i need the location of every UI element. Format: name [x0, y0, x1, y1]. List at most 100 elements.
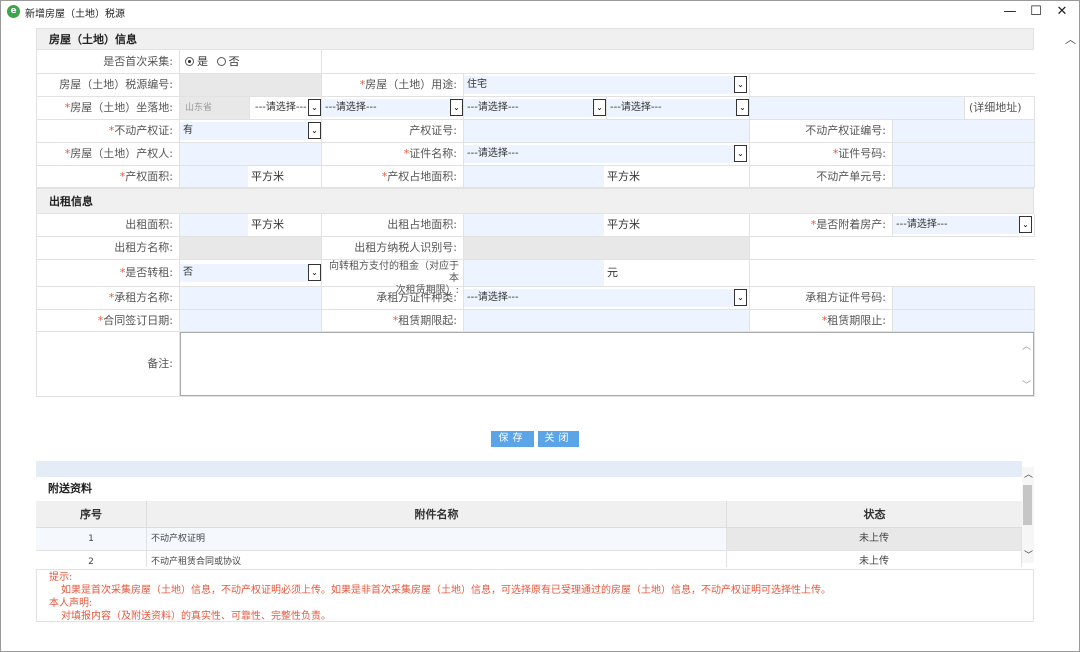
scrollbar-thumb[interactable] [1023, 485, 1032, 525]
lessee-id-type-select[interactable]: ---请选择--- [464, 289, 734, 307]
street-select-cell: ---请选择--- ⌄ [464, 97, 607, 119]
first-no-radio[interactable] [216, 57, 226, 66]
scroll-down-icon[interactable]: ﹀ [1024, 548, 1033, 561]
first-yes-radio[interactable] [185, 57, 194, 66]
start-label: 租赁期限起: [398, 314, 457, 327]
chevron-down-icon[interactable]: ⌄ [736, 99, 749, 116]
scroll-up-icon[interactable]: ︿ [1024, 467, 1033, 480]
sublease-label: 是否转租: [125, 266, 173, 279]
city-select[interactable]: ---请选择--- [252, 99, 308, 117]
attachments-panel: 附送资料 序号 附件名称 状态 1 不动产权证明 未上传 2 不动产租赁合同或协… [36, 477, 1022, 567]
cert-no-input[interactable] [464, 120, 750, 142]
location-label-cell: *房屋（土地）坐落地: [37, 97, 180, 119]
chevron-down-icon[interactable]: ⌄ [450, 99, 463, 116]
community-select[interactable]: ---请选择--- [607, 99, 737, 117]
col-header-name: 附件名称 [147, 501, 727, 528]
owner-input[interactable] [180, 143, 322, 165]
section-title-lease: 出租信息 [36, 188, 1034, 214]
section-title-house: 房屋（土地）信息 [36, 28, 1034, 50]
row-rent-area: 出租面积: 平方米 出租占地面积: 平方米 *是否附着房产: ---请选择---… [37, 214, 1035, 237]
sublease-select[interactable]: 否 [180, 264, 308, 282]
maximize-button[interactable]: ☐ [1023, 3, 1049, 21]
unit-no-input[interactable] [893, 166, 1035, 187]
contract-date-input[interactable] [180, 310, 322, 331]
chevron-down-icon[interactable]: ⌄ [734, 289, 747, 306]
row2-no: 2 [36, 551, 147, 567]
rent-area-input[interactable] [180, 214, 248, 236]
source-no-label: 房屋（土地）税源编号: [37, 74, 180, 96]
chevron-down-icon[interactable]: ⌄ [308, 122, 321, 139]
cert-select[interactable]: 有 [180, 122, 308, 140]
rent-paid-cell: 元 [464, 260, 750, 286]
first-no-label: 否 [228, 55, 240, 68]
chevron-down-icon[interactable]: ⌄ [1019, 216, 1032, 233]
id-type-select[interactable]: ---请选择--- [464, 145, 734, 163]
lessor-name-field [180, 237, 322, 259]
attachments-scrollbar[interactable]: ︿ ﹀ [1022, 467, 1034, 563]
row-owner: *房屋（土地）产权人: *证件名称: ---请选择--- ⌄ *证件号码: [37, 143, 1035, 166]
attachments-title: 附送资料 [36, 477, 1022, 501]
tip-text: 如果是首次采集房屋（土地）信息，不动产权证明必须上传。如果是非首次采集房屋（土地… [61, 585, 831, 596]
chevron-down-icon[interactable]: ⌄ [308, 264, 321, 281]
end-label-cell: *租赁期限止: [750, 310, 893, 331]
id-type-label-cell: *证件名称: [322, 143, 464, 165]
land-area-label-cell: *产权占地面积: [322, 166, 464, 187]
cert-label: 不动产权证: [114, 124, 173, 137]
street-select[interactable]: ---请选择--- [464, 99, 594, 117]
notice-box: 提示: 如果是首次采集房屋（土地）信息，不动产权证明必须上传。如果是非首次采集房… [36, 569, 1034, 622]
attached-select[interactable]: ---请选择--- [893, 216, 1019, 234]
row2-status: 未上传 [727, 551, 1022, 567]
close-window-button[interactable]: ✕ [1049, 3, 1075, 21]
detail-address-input[interactable] [750, 97, 965, 119]
sublease-select-cell: 否 ⌄ [180, 260, 322, 286]
lessee-name-input[interactable] [180, 287, 322, 309]
rent-land-input[interactable] [464, 214, 604, 236]
chevron-down-icon[interactable]: ⌄ [593, 99, 606, 116]
end-date-input[interactable] [893, 310, 1035, 331]
province-field: 山东省 [180, 97, 250, 119]
cert-select-cell: 有 ⌄ [180, 120, 322, 142]
remark-label: 备注: [37, 332, 180, 396]
dialog-window: e 新增房屋（土地）税源 — ☐ ✕ ︿ 房屋（土地）信息 是否首次采集: 是 … [0, 0, 1080, 652]
id-no-input[interactable] [893, 143, 1035, 165]
cert-serial-input[interactable] [893, 120, 1035, 142]
save-button[interactable]: 保存 [491, 431, 534, 447]
chevron-down-icon[interactable]: ⌄ [734, 76, 747, 93]
page-scrollbar[interactable]: ︿ [1063, 23, 1079, 651]
remark-textarea[interactable]: ︿ ﹀ [180, 332, 1034, 396]
row-dates: *合同签订日期: *租赁期限起: *租赁期限止: [37, 310, 1035, 332]
lessee-id-no-input[interactable] [893, 287, 1035, 309]
land-area-input[interactable] [464, 166, 604, 187]
chevron-down-icon[interactable]: ⌄ [734, 145, 747, 162]
minimize-button[interactable]: — [997, 3, 1023, 21]
end-label: 租赁期限止: [827, 314, 886, 327]
house-section: 房屋（土地）信息 [36, 28, 1034, 50]
attachments-toolbar [36, 461, 1022, 477]
textarea-scroll-down-icon[interactable]: ﹀ [1022, 378, 1031, 391]
lessor-tax-field [464, 237, 750, 259]
col-header-status: 状态 [727, 501, 1022, 528]
start-label-cell: *租赁期限起: [322, 310, 464, 331]
usage-select[interactable]: 住宅 [464, 76, 734, 94]
close-button[interactable]: 关闭 [538, 431, 579, 447]
row1-status: 未上传 [727, 528, 1022, 551]
attached-label: 是否附着房产: [816, 218, 886, 231]
rent-land-label: 出租占地面积: [322, 214, 464, 236]
land-area-cell: 平方米 [464, 166, 750, 187]
unit-no-label: 不动产单元号: [750, 166, 893, 187]
rent-area-cell: 平方米 [180, 214, 322, 236]
row1-no: 1 [36, 528, 147, 551]
rent-paid-input[interactable] [464, 260, 604, 286]
scroll-up-icon[interactable]: ︿ [1065, 31, 1076, 47]
district-select-cell: ---请选择--- ⌄ [322, 97, 464, 119]
app-icon: e [7, 5, 20, 18]
chevron-down-icon[interactable]: ⌄ [308, 99, 321, 116]
owner-label-cell: *房屋（土地）产权人: [37, 143, 180, 165]
textarea-scroll-up-icon[interactable]: ︿ [1022, 339, 1031, 352]
area-input[interactable] [180, 166, 248, 187]
start-date-input[interactable] [464, 310, 750, 331]
lessee-name-label: 承租方名称: [114, 291, 173, 304]
district-select[interactable]: ---请选择--- [322, 99, 452, 117]
row-remark: 备注: ︿ ﹀ [37, 332, 1035, 397]
community-select-cell: ---请选择--- ⌄ [607, 97, 750, 119]
